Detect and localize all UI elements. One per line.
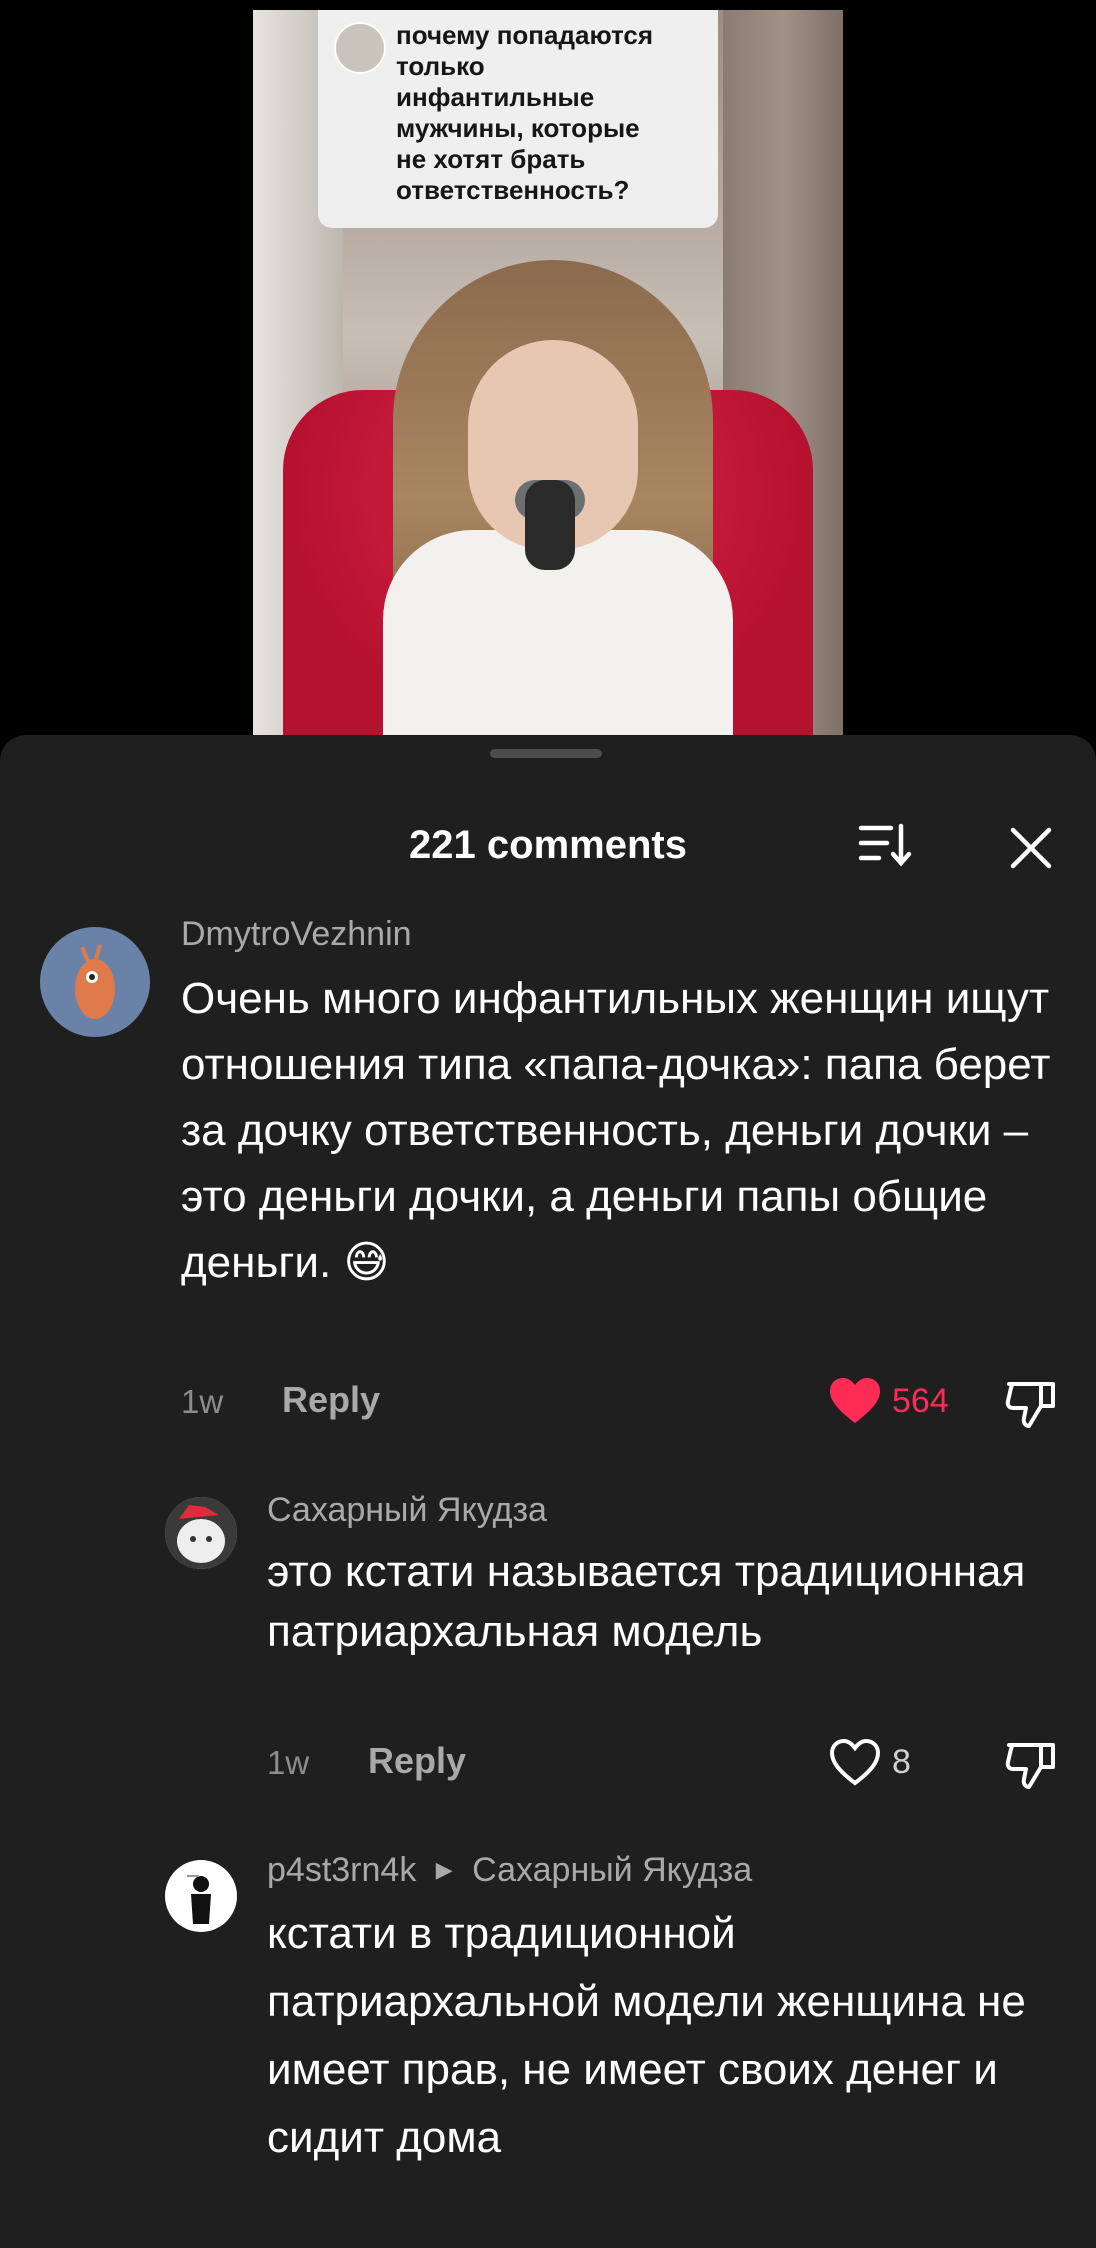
heart-outline-icon — [829, 1738, 881, 1786]
reply-to-username: Сахарный Якудза — [472, 1851, 753, 1889]
comment-username[interactable]: p4st3rn4k ▶ Сахарный Якудза — [267, 1851, 752, 1890]
comment-text: кстати в традиционной патриархальной мод… — [267, 1909, 1026, 2162]
reply-arrow-icon: ▶ — [435, 1857, 453, 1882]
comment-username[interactable]: DmytroVezhnin — [181, 915, 412, 954]
comment-time: 1w — [267, 1744, 310, 1781]
question-bubble: почему попадаются только инфантильные му… — [318, 10, 718, 228]
dislike-button[interactable] — [1003, 1737, 1059, 1793]
avatar[interactable] — [40, 927, 150, 1037]
like-count: 8 — [892, 1743, 911, 1781]
comment-body: Очень много инфантильных женщин ищут отн… — [181, 974, 1051, 1287]
avatar-icon — [75, 944, 115, 1019]
comments-count-title: 221 comments — [409, 823, 687, 867]
cat-avatar-icon — [165, 1497, 237, 1569]
sort-button[interactable] — [855, 820, 917, 870]
figure-avatar-icon — [187, 1875, 211, 1924]
like-button[interactable] — [828, 1376, 882, 1426]
sort-icon — [858, 823, 912, 867]
like-count: 564 — [892, 1382, 949, 1420]
reply-button[interactable]: Reply — [282, 1379, 380, 1421]
close-icon — [1010, 827, 1052, 869]
comments-sheet: 221 comments DmytroVezhnin Очень много и… — [0, 735, 1096, 2248]
username-text: p4st3rn4k — [267, 1851, 417, 1889]
thumbs-down-icon — [1005, 1743, 1055, 1789]
video-preview[interactable]: почему попадаются только инфантильные му… — [253, 10, 843, 735]
heart-filled-icon — [830, 1378, 880, 1423]
emoji: 😅 — [343, 1238, 390, 1287]
avatar[interactable] — [165, 1497, 237, 1569]
comment-text: Очень много инфантильных женщин ищут отн… — [181, 966, 1071, 1296]
dislike-button[interactable] — [1003, 1376, 1059, 1432]
comment-text: это кстати называется традиционная патри… — [267, 1547, 1026, 1656]
question-avatar — [334, 22, 386, 74]
drag-handle[interactable] — [490, 749, 602, 758]
reply-button[interactable]: Reply — [368, 1740, 466, 1782]
question-text: почему попадаются только инфантильные му… — [396, 20, 654, 205]
comment-username[interactable]: Сахарный Якудза — [267, 1491, 547, 1530]
close-button[interactable] — [1003, 820, 1059, 876]
comment-time: 1w — [181, 1383, 224, 1420]
thumbs-down-icon — [1005, 1382, 1055, 1428]
like-button[interactable] — [828, 1737, 882, 1787]
microphone-body — [525, 480, 575, 570]
avatar[interactable] — [165, 1860, 237, 1932]
